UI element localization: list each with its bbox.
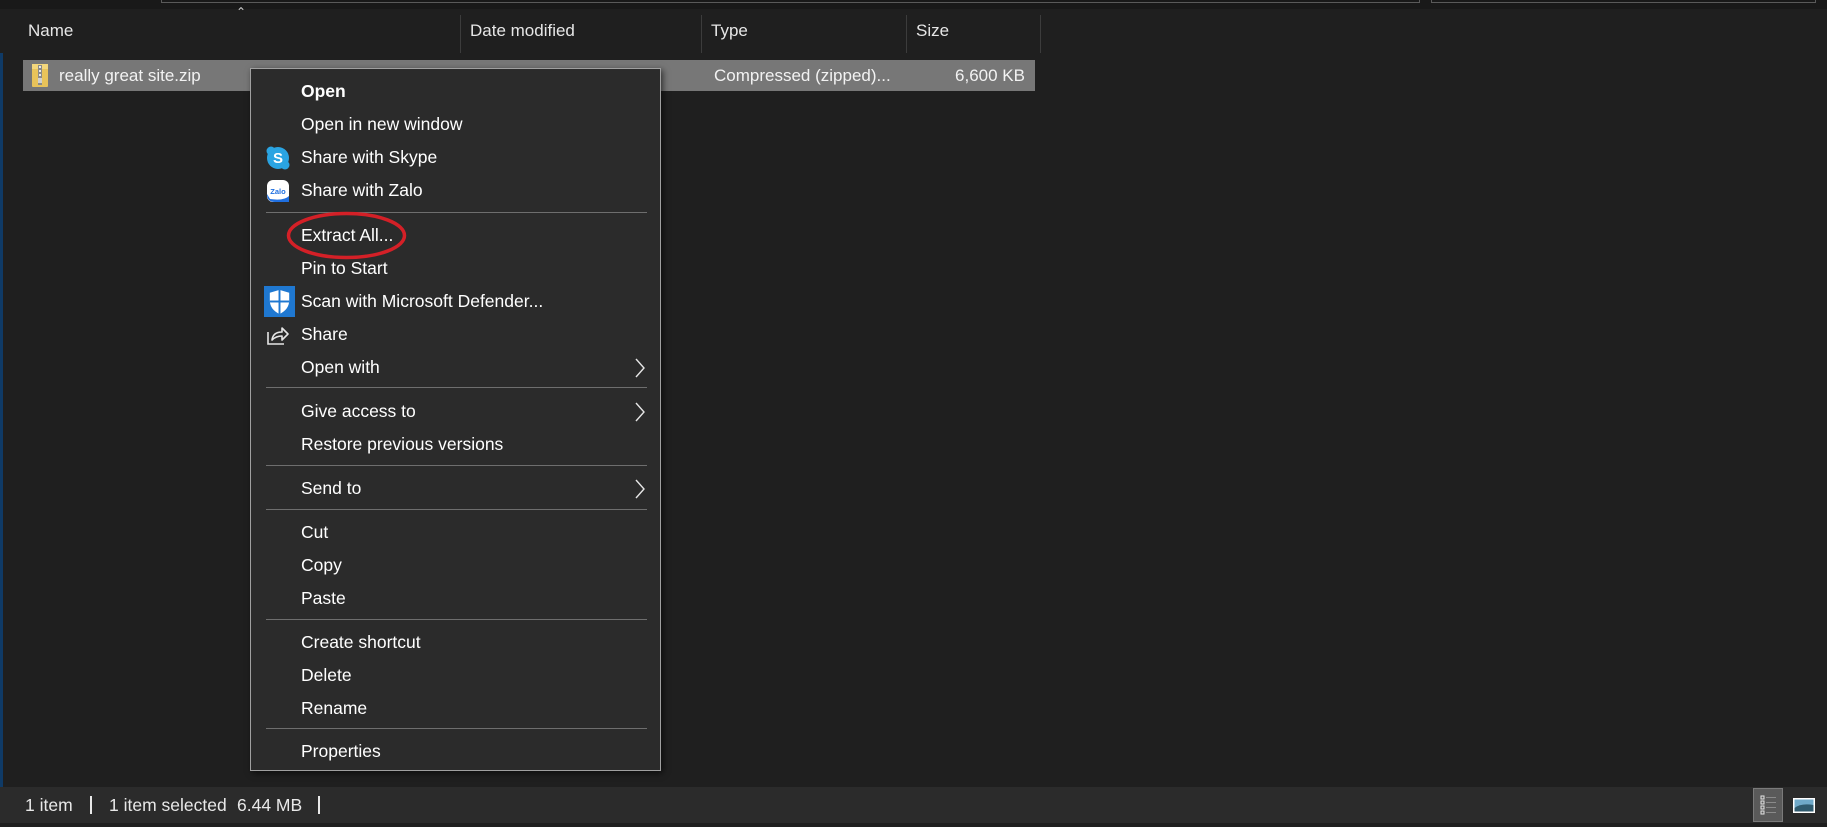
menu-item-rename[interactable]: Rename: [253, 692, 658, 725]
menu-item-share[interactable]: Share: [253, 318, 658, 351]
menu-item-share-with-skype[interactable]: S Share with Skype: [253, 141, 658, 174]
menu-item-label: Send to: [301, 478, 362, 498]
menu-item-open[interactable]: Open: [253, 75, 658, 108]
status-divider: [318, 796, 320, 814]
menu-item-scan-with-defender[interactable]: Scan with Microsoft Defender...: [253, 285, 658, 318]
menu-item-label: Create shortcut: [301, 632, 421, 652]
menu-item-label: Scan with Microsoft Defender...: [301, 291, 544, 311]
menu-separator: [266, 212, 647, 213]
chevron-right-icon: [635, 402, 645, 422]
status-divider: [90, 796, 92, 814]
menu-separator: [266, 387, 647, 388]
large-icons-view-icon: [1793, 798, 1815, 813]
menu-item-open-in-new-window[interactable]: Open in new window: [253, 108, 658, 141]
menu-item-pin-to-start[interactable]: Pin to Start: [253, 252, 658, 285]
menu-item-label: Open with: [301, 357, 380, 377]
menu-separator: [266, 728, 647, 729]
menu-item-extract-all[interactable]: Extract All...: [253, 219, 658, 252]
menu-item-label: Restore previous versions: [301, 434, 504, 454]
menu-item-paste[interactable]: Paste: [253, 582, 658, 615]
details-view-button[interactable]: [1753, 788, 1783, 822]
status-item-count: 1 item: [25, 795, 73, 815]
menu-item-label: Cut: [301, 522, 329, 542]
menu-item-delete[interactable]: Delete: [253, 659, 658, 692]
menu-item-label: Delete: [301, 665, 352, 685]
menu-item-label: Paste: [301, 588, 346, 608]
status-selection-size: 6.44 MB: [237, 795, 303, 815]
zalo-icon: Zalo: [267, 180, 289, 202]
menu-item-open-with[interactable]: Open with: [253, 351, 658, 384]
menu-item-restore-previous-versions[interactable]: Restore previous versions: [253, 428, 658, 461]
column-divider[interactable]: [1040, 15, 1041, 53]
zip-folder-icon: [32, 64, 48, 87]
svg-text:Zalo: Zalo: [270, 187, 286, 196]
file-name[interactable]: really great site.zip: [59, 60, 201, 91]
status-bar: 1 item 1 item selected 6.44 MB: [0, 787, 1827, 823]
menu-separator: [266, 509, 647, 510]
chevron-right-icon: [635, 479, 645, 499]
menu-item-label: Properties: [301, 741, 381, 761]
details-view-icon: [1760, 795, 1776, 815]
column-header-date-modified[interactable]: Date modified: [461, 9, 701, 53]
menu-separator: [266, 619, 647, 620]
chevron-right-icon: [635, 358, 645, 378]
window-left-edge: [0, 0, 3, 787]
toolbar-strip: [0, 0, 1827, 9]
menu-item-send-to[interactable]: Send to: [253, 472, 658, 505]
column-header-row: ⌃ Name Date modified Type Size: [0, 6, 1827, 53]
menu-item-share-with-zalo[interactable]: Zalo Share with Zalo: [253, 174, 658, 207]
menu-item-copy[interactable]: Copy: [253, 549, 658, 582]
address-bar[interactable]: [161, 0, 1420, 3]
menu-item-properties[interactable]: Properties: [253, 735, 658, 768]
menu-item-give-access-to[interactable]: Give access to: [253, 395, 658, 428]
menu-item-cut[interactable]: Cut: [253, 516, 658, 549]
menu-item-label: Rename: [301, 698, 368, 718]
menu-item-label: Share: [301, 324, 348, 344]
menu-item-label: Extract All...: [301, 225, 394, 245]
column-header-size[interactable]: Size: [907, 9, 1040, 53]
menu-separator: [266, 465, 647, 466]
share-icon: [267, 327, 289, 345]
context-menu: Open Open in new window S Share with Sky…: [250, 68, 661, 771]
svg-text:S: S: [273, 150, 283, 167]
defender-shield-icon: [264, 286, 295, 317]
large-icons-view-button[interactable]: [1789, 788, 1819, 822]
menu-item-label: Share with Skype: [301, 147, 438, 167]
file-size: 6,600 KB: [955, 66, 1025, 85]
menu-item-label: Open: [301, 81, 346, 101]
menu-item-label: Copy: [301, 555, 342, 575]
file-type: Compressed (zipped)...: [714, 66, 891, 85]
status-selection: 1 item selected: [109, 795, 227, 815]
menu-item-create-shortcut[interactable]: Create shortcut: [253, 626, 658, 659]
skype-icon: S: [266, 146, 290, 170]
menu-item-label: Share with Zalo: [301, 180, 423, 200]
search-box[interactable]: [1431, 0, 1816, 3]
column-header-type[interactable]: Type: [702, 9, 906, 53]
menu-item-label: Pin to Start: [301, 258, 388, 278]
menu-item-label: Open in new window: [301, 114, 463, 134]
column-header-name[interactable]: Name: [19, 9, 460, 53]
menu-item-label: Give access to: [301, 401, 416, 421]
